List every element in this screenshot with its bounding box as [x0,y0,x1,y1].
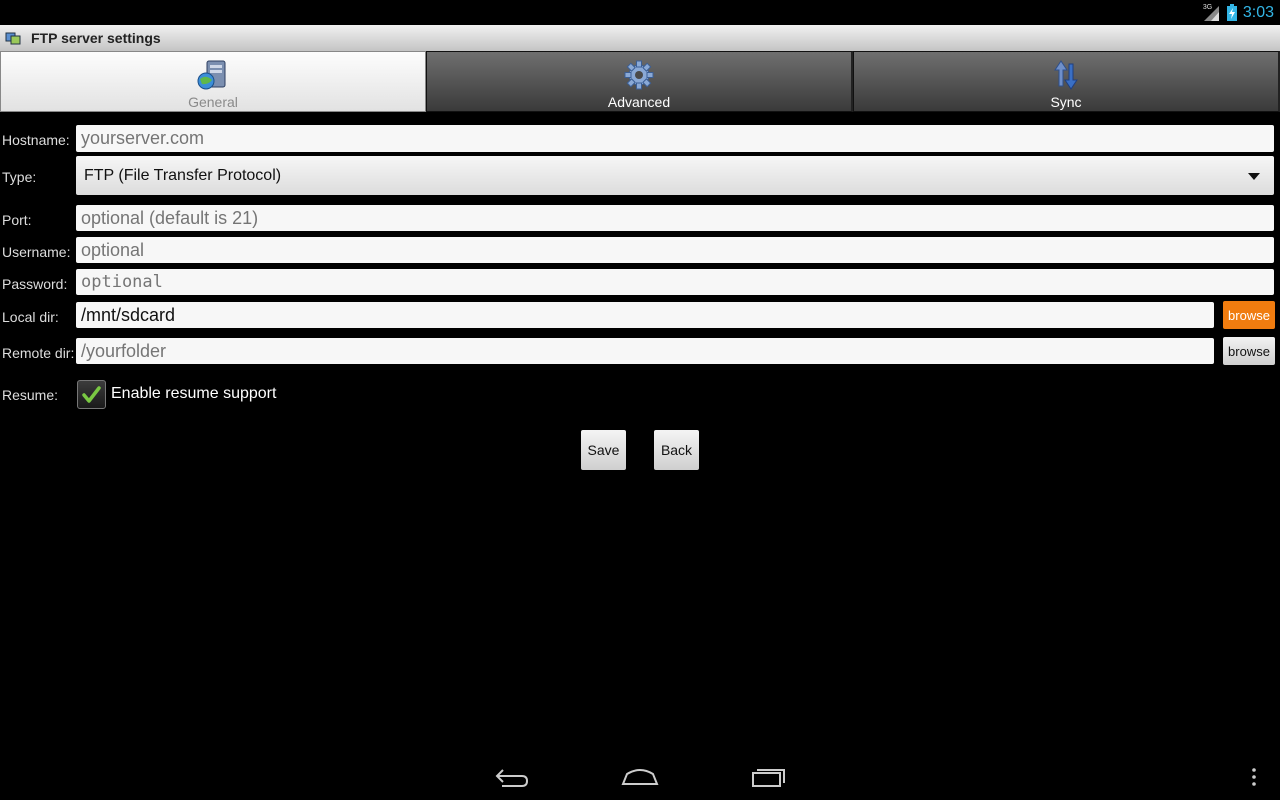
overflow-menu-icon[interactable] [1248,767,1260,792]
local-dir-value: /mnt/sdcard [81,304,176,325]
tab-sync-label: Sync [1050,94,1082,110]
resume-label: Resume: [2,387,59,403]
title-bar: FTP server settings [0,25,1280,52]
back-button[interactable]: Back [654,430,699,470]
type-select-value: FTP (File Transfer Protocol) [84,166,282,184]
app-icon [5,30,21,46]
tab-general[interactable]: General [0,51,426,112]
server-icon [196,58,230,92]
type-label: Type: [2,169,37,185]
password-input[interactable] [76,269,1274,295]
resume-checkbox[interactable] [77,380,106,409]
type-select[interactable]: FTP (File Transfer Protocol) [76,156,1274,195]
signal-icon: 3G [1203,4,1221,22]
checkmark-icon [82,386,101,403]
hostname-input[interactable] [76,125,1274,152]
local-dir-browse-button[interactable]: browse [1223,301,1275,329]
nav-back-icon[interactable] [494,764,530,795]
window-title: FTP server settings [31,30,161,46]
tab-sync[interactable]: Sync [853,51,1280,112]
clock: 3:03 [1242,3,1274,21]
battery-icon [1226,4,1237,21]
username-input[interactable] [76,237,1274,263]
gear-icon [622,58,656,92]
local-dir-input[interactable]: /mnt/sdcard [76,302,1214,328]
password-label: Password: [2,276,68,292]
nav-recents-icon[interactable] [750,764,788,795]
resume-checkbox-label[interactable]: Enable resume support [111,385,276,403]
tab-advanced-label: Advanced [607,94,671,110]
status-icons: 3G 3:03 [1203,2,1274,23]
port-label: Port: [2,212,32,228]
tab-general-label: General [188,94,238,110]
remote-dir-label: Remote dir: [2,345,75,361]
nav-home-icon[interactable] [621,764,659,795]
sync-arrows-icon [1049,58,1083,92]
local-dir-label: Local dir: [2,309,59,325]
dropdown-caret-icon [1248,173,1260,180]
username-label: Username: [2,244,71,260]
remote-dir-input[interactable] [76,338,1214,364]
status-bar: 3G 3:03 [0,0,1280,25]
tab-advanced[interactable]: Advanced [426,51,853,112]
remote-dir-browse-button[interactable]: browse [1223,337,1275,365]
tab-bar: General Advanced Sync [0,51,1280,114]
port-input[interactable] [76,205,1274,231]
hostname-label: Hostname: [2,132,70,148]
save-button[interactable]: Save [581,430,626,470]
